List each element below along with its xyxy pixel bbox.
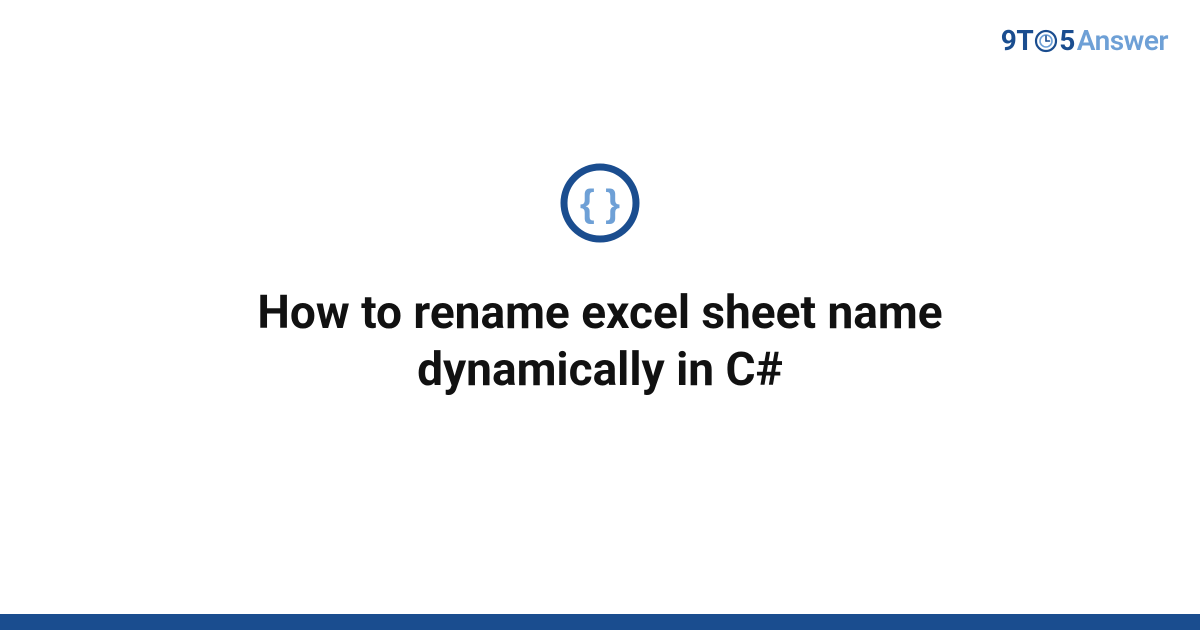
footer-accent-bar bbox=[0, 614, 1200, 630]
page-title: How to rename excel sheet name dynamical… bbox=[100, 285, 1100, 400]
svg-text:{ }: { } bbox=[580, 183, 620, 225]
main-content: { } How to rename excel sheet name dynam… bbox=[0, 0, 1200, 630]
code-braces-icon: { } bbox=[558, 161, 642, 249]
